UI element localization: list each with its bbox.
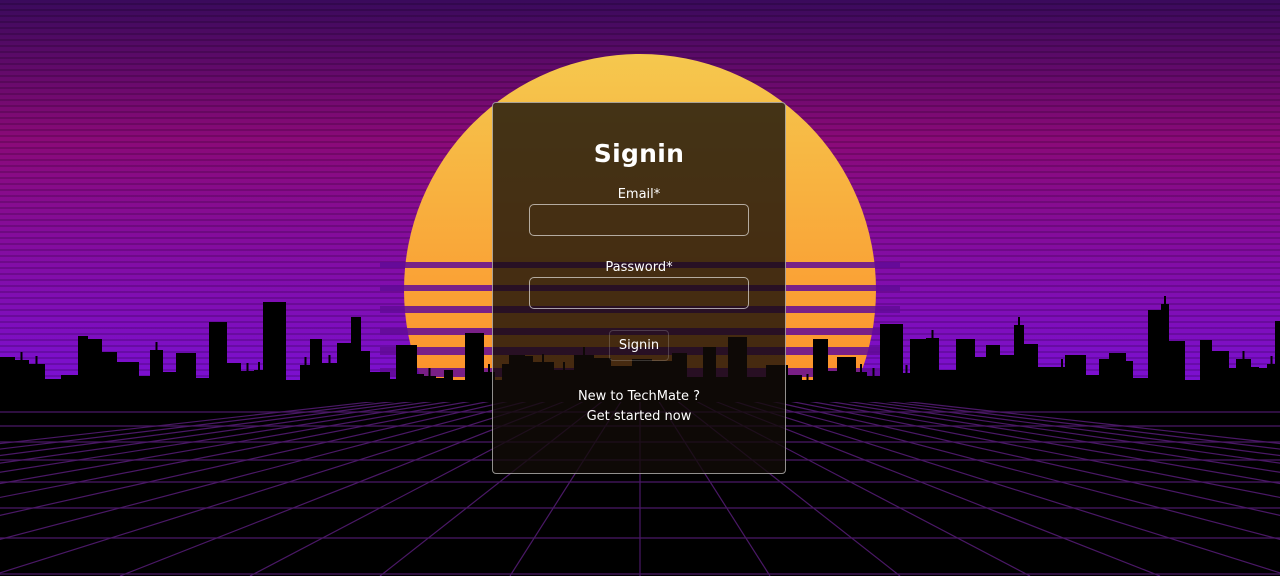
email-label: Email*: [617, 187, 661, 202]
signin-title: Signin: [593, 139, 685, 168]
email-field[interactable]: [529, 204, 749, 236]
password-label: Password*: [605, 260, 673, 275]
signin-card: Signin Email* Password* Signin New to Te…: [492, 102, 786, 474]
password-field[interactable]: [529, 277, 749, 309]
signin-button[interactable]: Signin: [608, 330, 670, 361]
signup-prompt: New to TechMate ?: [577, 389, 701, 404]
get-started-link[interactable]: Get started now: [587, 407, 692, 427]
